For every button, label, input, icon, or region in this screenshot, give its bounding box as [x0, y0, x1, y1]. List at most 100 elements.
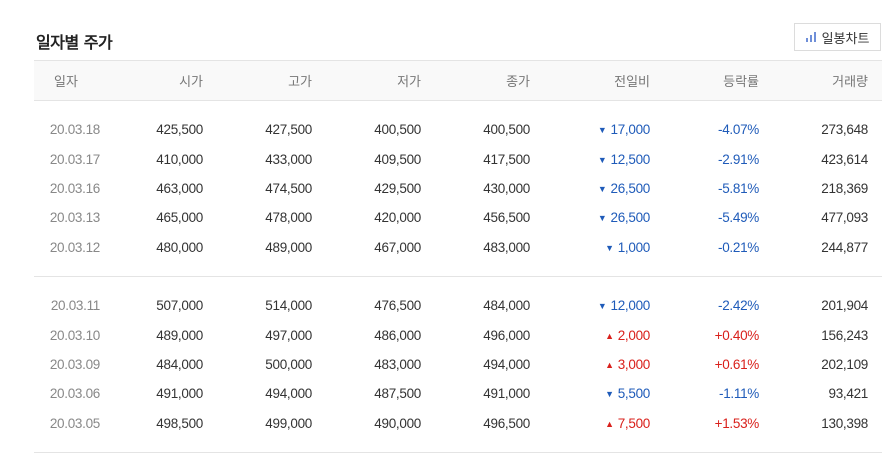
cell-rate: -5.81% [718, 180, 759, 196]
cell-open: 498,500 [156, 415, 203, 431]
cell-high: 514,000 [265, 298, 312, 314]
header-volume: 거래량 [832, 75, 868, 90]
cell-change: ▼ 1,000 [530, 240, 650, 255]
cell-high: 433,000 [265, 151, 312, 167]
cell-high: 474,500 [265, 180, 312, 196]
change-value: 17,000 [610, 122, 651, 138]
cell-close: 456,500 [483, 210, 530, 226]
cell-date: 20.03.17 [49, 151, 100, 167]
cell-low: 476,500 [374, 298, 421, 314]
cell-rate: -5.49% [718, 210, 759, 226]
table-body: 20.03.18 425,500 427,500 400,500 400,500 ▼ 17,… [34, 101, 882, 453]
table-row: 20.03.05 498,500 499,000 490,000 496,500 ▲ 7,5… [34, 409, 882, 438]
table-row: 20.03.06 491,000 494,000 487,500 491,000 ▼ 5,5… [34, 379, 882, 408]
table-row: 20.03.11 507,000 514,000 476,500 484,000 ▼ 12,… [34, 291, 882, 320]
cell-volume: 218,369 [821, 180, 868, 196]
down-triangle-icon: ▼ [597, 183, 607, 194]
cell-change: ▲ 7,500 [530, 416, 650, 431]
cell-rate: -2.91% [718, 151, 759, 167]
table-row: 20.03.16 463,000 474,500 429,500 430,000 ▼ 26,… [34, 174, 882, 203]
cell-close: 496,000 [483, 327, 530, 343]
cell-rate: +0.61% [714, 356, 760, 372]
cell-low: 487,500 [374, 386, 421, 402]
cell-low: 490,000 [374, 415, 421, 431]
cell-rate: +0.40% [714, 327, 760, 343]
cell-low: 420,000 [374, 210, 421, 226]
down-triangle-icon: ▼ [597, 213, 607, 224]
cell-close: 491,000 [483, 386, 530, 402]
cell-volume: 156,243 [821, 327, 868, 343]
cell-date: 20.03.12 [49, 239, 100, 255]
cell-close: 483,000 [483, 239, 530, 255]
down-triangle-icon: ▼ [597, 125, 607, 136]
down-triangle-icon: ▼ [605, 389, 614, 400]
cell-rate: -4.07% [718, 122, 759, 138]
daily-chart-button-label: 일봉차트 [821, 31, 870, 47]
change-value: 1,000 [617, 239, 651, 255]
header-date: 일자 [54, 75, 78, 90]
cell-date: 20.03.13 [49, 210, 100, 226]
cell-low: 400,500 [374, 122, 421, 138]
cell-close: 496,500 [483, 415, 530, 431]
cell-date: 20.03.10 [49, 327, 100, 343]
cell-high: 497,000 [265, 327, 312, 343]
cell-high: 489,000 [265, 239, 312, 255]
cell-change: ▲ 2,000 [530, 328, 650, 343]
cell-open: 489,000 [156, 327, 203, 343]
cell-high: 494,000 [265, 386, 312, 402]
table-row: 20.03.17 410,000 433,000 409,500 417,500 ▼ 12,… [34, 144, 882, 173]
cell-change: ▼ 12,500 [530, 152, 650, 167]
cell-volume: 244,877 [821, 239, 868, 255]
change-value: 7,500 [617, 415, 651, 431]
section-header: 일자별 주가 일봉차트 [0, 0, 894, 60]
header-high: 고가 [288, 75, 312, 90]
daily-chart-button[interactable]: 일봉차트 [794, 23, 881, 51]
change-value: 26,500 [610, 180, 651, 196]
change-value: 26,500 [610, 210, 651, 226]
cell-volume: 477,093 [821, 210, 868, 226]
cell-volume: 202,109 [821, 356, 868, 372]
cell-change: ▲ 3,000 [530, 357, 650, 372]
change-value: 2,000 [617, 327, 651, 343]
cell-low: 429,500 [374, 180, 421, 196]
cell-change: ▼ 5,500 [530, 386, 650, 401]
cell-open: 480,000 [156, 239, 203, 255]
down-triangle-icon: ▼ [597, 301, 607, 312]
cell-close: 417,500 [483, 151, 530, 167]
cell-rate: +1.53% [714, 415, 760, 431]
change-value: 5,500 [617, 386, 651, 402]
cell-volume: 201,904 [821, 298, 868, 314]
cell-high: 499,000 [265, 415, 312, 431]
cell-close: 400,500 [483, 122, 530, 138]
change-value: 12,500 [610, 151, 651, 167]
cell-low: 467,000 [374, 239, 421, 255]
cell-date: 20.03.05 [49, 415, 100, 431]
group-divider [34, 451, 882, 453]
cell-change: ▼ 12,000 [530, 298, 650, 313]
table-row: 20.03.10 489,000 497,000 486,000 496,000 ▲ 2,0… [34, 320, 882, 349]
header-low: 저가 [397, 75, 421, 90]
cell-change: ▼ 17,000 [530, 122, 650, 137]
header-change: 전일비 [614, 75, 650, 90]
cell-rate: -2.42% [718, 298, 759, 314]
cell-date: 20.03.09 [49, 356, 100, 372]
row-group: 20.03.11 507,000 514,000 476,500 484,000 ▼ 12,… [34, 277, 882, 452]
change-value: 3,000 [617, 356, 651, 372]
cell-rate: -1.11% [719, 386, 759, 402]
down-triangle-icon: ▼ [605, 242, 614, 253]
cell-volume: 273,648 [821, 122, 868, 138]
cell-close: 494,000 [483, 356, 530, 372]
cell-open: 410,000 [156, 151, 203, 167]
cell-close: 484,000 [483, 298, 530, 314]
cell-low: 483,000 [374, 356, 421, 372]
cell-date: 20.03.16 [49, 180, 100, 196]
bar-chart-icon [805, 32, 816, 42]
cell-low: 409,500 [374, 151, 421, 167]
cell-rate: -0.21% [718, 239, 759, 255]
cell-open: 425,500 [156, 122, 203, 138]
cell-high: 478,000 [265, 210, 312, 226]
table-row: 20.03.13 465,000 478,000 420,000 456,500 ▼ 26,… [34, 203, 882, 232]
cell-open: 484,000 [156, 356, 203, 372]
cell-date: 20.03.11 [50, 298, 100, 314]
change-value: 12,000 [610, 298, 651, 314]
